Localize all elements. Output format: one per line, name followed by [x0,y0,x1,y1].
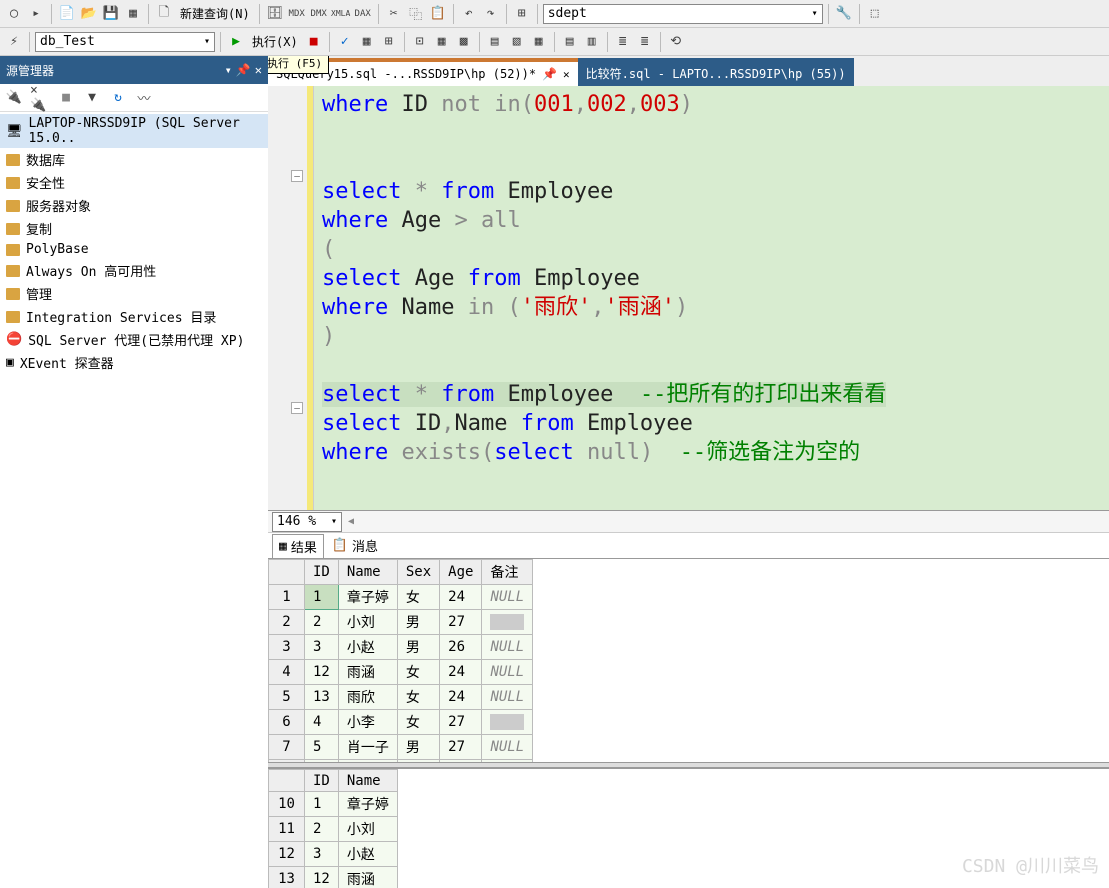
main-toolbar-1: ◯▸ 📄 📂 💾 ▦ 🗋 新建查询(N) 🗄 MDX DMX XMLA DAX … [0,0,1109,28]
execute-icon[interactable]: ▶ [226,32,246,52]
tree-item[interactable]: 安全性 [0,171,268,194]
tree-item[interactable]: ⛔SQL Server 代理(已禁用代理 XP) [0,328,268,351]
indent-icon[interactable]: ≣ [613,32,633,52]
mdx-icon[interactable]: MDX [287,4,307,24]
copy-icon[interactable]: ⿻ [406,4,426,24]
pin-icon[interactable]: 📌 [236,63,251,77]
fold-icon[interactable]: − [291,170,303,182]
tree-item[interactable]: 服务器对象 [0,194,268,217]
stop-icon[interactable]: ■ [56,88,76,108]
scroll-left-icon[interactable]: ◀ [348,516,354,527]
results-tab[interactable]: ▦ 结果 [272,534,324,558]
activity-icon[interactable]: 〰 [134,88,154,108]
tree-item[interactable]: Always On 高可用性 [0,259,268,282]
back-icon[interactable]: ◯ [4,4,24,24]
sidebar-title: 源管理器 ▾📌✕ [0,56,268,84]
stop-icon[interactable]: ■ [304,32,324,52]
search-value: sdept [548,6,587,21]
pin-icon[interactable]: 📌 [542,67,557,81]
sync-icon[interactable]: ⟲ [666,32,686,52]
opts-icon[interactable]: ⊞ [379,32,399,52]
db-icon[interactable]: 🗄 [265,4,285,24]
dmx-icon[interactable]: DMX [309,4,329,24]
editor-tabs: 执行 (F5) SQLQuery15.sql -...RSSD9IP\hp (5… [268,56,1109,86]
fwd-icon[interactable]: ▸ [26,4,46,24]
results-grid-1[interactable]: IDNameSexAge备注11章子婷女24NULL22小刘男27xxxx33小… [268,558,1109,762]
tree-item[interactable]: ▣XEvent 探查器 [0,351,268,374]
tree-item[interactable]: Integration Services 目录 [0,305,268,328]
tree-item[interactable]: 数据库 [0,148,268,171]
plan-icon[interactable]: ▦ [357,32,377,52]
tree-item[interactable]: 管理 [0,282,268,305]
tree-item[interactable]: PolyBase [0,240,268,259]
dax-icon[interactable]: DAX [353,4,373,24]
zoom-bar: 146 %▾ ◀ [268,510,1109,532]
object-tree: 🖥 LAPTOP-NRSSD9IP (SQL Server 15.0.. 数据库… [0,112,268,888]
cut-icon[interactable]: ✂ [384,4,404,24]
outdent-icon[interactable]: ≣ [635,32,655,52]
connect-icon[interactable]: ⚡ [4,32,24,52]
paste-icon[interactable]: 📋 [428,4,448,24]
uncomment-icon[interactable]: ▥ [582,32,602,52]
save-all-icon[interactable]: ▦ [123,4,143,24]
tab-inactive[interactable]: 比较符.sql - LAPTO...RSSD9IP\hp (55)) [578,58,854,86]
main-toolbar-2: ⚡ db_Test ▾ ▶ 执行(X) ■ ✓ ▦ ⊞ ⊡ ▦ ▩ ▤ ▧ ▦ … [0,28,1109,56]
comment-icon[interactable]: ▤ [560,32,580,52]
new-query-button[interactable]: 新建查询(N) [176,5,254,22]
disconnect-icon[interactable]: ×🔌 [30,88,50,108]
execute-tooltip: 执行 (F5) [268,56,329,74]
grid-icon[interactable]: ▤ [485,32,505,52]
editor-area: 执行 (F5) SQLQuery15.sql -...RSSD9IP\hp (5… [268,56,1109,888]
messages-tab[interactable]: 📋 消息 [326,534,384,557]
close-icon[interactable]: ✕ [255,63,262,77]
refresh-icon[interactable]: ↻ [108,88,128,108]
dropdown-icon: ▾ [204,36,210,47]
connect-icon[interactable]: 🔌 [4,88,24,108]
tree-item[interactable]: 复制 [0,217,268,240]
new-file-icon[interactable]: 📄 [57,4,77,24]
opts3-icon[interactable]: ▦ [432,32,452,52]
dropdown-icon: ▾ [812,8,818,19]
editor-gutter: − − [268,86,314,510]
parse-icon[interactable]: ✓ [335,32,355,52]
opts2-icon[interactable]: ⊡ [410,32,430,52]
redo-icon[interactable]: ↷ [481,4,501,24]
text-icon[interactable]: ▧ [507,32,527,52]
sidebar-toolbar: 🔌 ×🔌 ■ ▼ ↻ 〰 [0,84,268,112]
save-icon[interactable]: 💾 [101,4,121,24]
new-query-icon[interactable]: 🗋 [154,4,174,24]
ext-icon[interactable]: ⬚ [865,4,885,24]
file-icon[interactable]: ▦ [529,32,549,52]
tool-icon[interactable]: 🔧 [834,4,854,24]
xmla-icon[interactable]: XMLA [331,4,351,24]
server-node[interactable]: 🖥 LAPTOP-NRSSD9IP (SQL Server 15.0.. [0,114,268,148]
sql-editor[interactable]: where ID not in(001,002,003) select * fr… [314,86,1109,510]
zoom-selector[interactable]: 146 %▾ [272,512,342,532]
undo-icon[interactable]: ↶ [459,4,479,24]
fold-icon[interactable]: − [291,402,303,414]
object-explorer: 源管理器 ▾📌✕ 🔌 ×🔌 ■ ▼ ↻ 〰 🖥 LAPTOP-NRSSD9IP … [0,56,268,888]
dropdown-icon[interactable]: ▾ [225,63,232,77]
watermark: CSDN @川川菜鸟 [962,852,1099,878]
filter-icon[interactable]: ▼ [82,88,102,108]
close-icon[interactable]: ✕ [563,68,570,81]
execute-button[interactable]: 执行(X) [248,33,302,50]
search-box[interactable]: sdept ▾ [543,4,823,24]
database-value: db_Test [40,34,95,49]
database-selector[interactable]: db_Test ▾ [35,32,215,52]
opts4-icon[interactable]: ▩ [454,32,474,52]
registered-icon[interactable]: ⊞ [512,4,532,24]
results-tabs: ▦ 结果 📋 消息 [268,532,1109,558]
open-icon[interactable]: 📂 [79,4,99,24]
